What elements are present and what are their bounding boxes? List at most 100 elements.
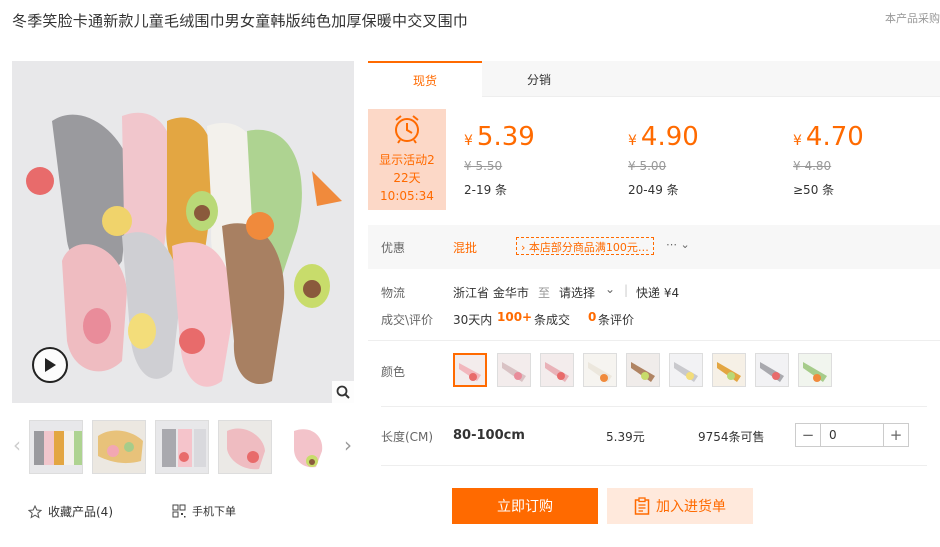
color-swatch[interactable] xyxy=(669,353,703,387)
product-title: 冬季笑脸卡通新款儿童毛绒围巾男女童韩版纯色加厚保暖中交叉围巾 xyxy=(12,12,469,30)
countdown-line1: 显示活动2 xyxy=(379,153,435,167)
sales-count: 100+ xyxy=(497,310,533,324)
swatch-image xyxy=(541,354,573,386)
star-icon xyxy=(28,504,42,519)
swatch-image xyxy=(670,354,702,386)
length-label: 长度(CM) xyxy=(381,430,434,444)
order-now-button[interactable]: 立即订购 xyxy=(452,488,598,524)
mobile-order-label: 手机下单 xyxy=(192,505,236,518)
clipboard-icon xyxy=(634,497,650,515)
thumb-next-button[interactable]: › xyxy=(341,433,355,457)
logistics-section: 物流 浙江省 金华市 至 请选择 ⌄ | 快递 ¥4 成交\评价 30天内 10… xyxy=(368,279,940,339)
thumbnail-image xyxy=(30,421,82,473)
stock-available: 9754条可售 xyxy=(698,430,765,444)
price-tier-1: ¥5.39 ¥ 5.50 2-19 条 xyxy=(464,121,604,198)
quantity-input[interactable]: 0 xyxy=(820,424,884,446)
separator: | xyxy=(624,283,629,297)
tier-original-price: ¥ 4.80 xyxy=(793,159,832,173)
logistics-label: 物流 xyxy=(381,286,406,300)
promotion-row: 优惠 混批 › 本店部分商品满100元… ⋯ ⌄ xyxy=(368,225,940,269)
price-tier-2: ¥4.90 ¥ 5.00 20-49 条 xyxy=(628,121,768,198)
countdown-time: 10:05:34 xyxy=(380,189,434,203)
color-swatch[interactable] xyxy=(540,353,574,387)
divider xyxy=(368,340,940,341)
magnifier-icon xyxy=(336,385,350,399)
ship-from: 浙江省 金华市 xyxy=(453,286,529,300)
tier-original-price: ¥ 5.50 xyxy=(464,159,503,173)
add-to-cart-label: 加入进货单 xyxy=(656,499,726,515)
color-swatch[interactable] xyxy=(755,353,789,387)
ship-to-word: 至 xyxy=(538,286,551,300)
swatch-image xyxy=(627,354,659,386)
color-swatch[interactable] xyxy=(497,353,531,387)
tier-price: 5.39 xyxy=(476,122,535,152)
color-swatch[interactable] xyxy=(712,353,746,387)
thumbnail[interactable] xyxy=(155,420,209,474)
sales-suffix[interactable]: 条成交 xyxy=(534,311,570,328)
mobile-order-link[interactable]: 手机下单 xyxy=(172,503,236,519)
alarm-clock-icon xyxy=(395,115,419,144)
tier-original-price: ¥ 5.00 xyxy=(628,159,667,173)
swatch-image xyxy=(713,354,745,386)
thumbnail-strip xyxy=(29,420,335,474)
corner-note[interactable]: 本产品采购 xyxy=(885,10,940,26)
quantity-stepper: − 0 + xyxy=(795,423,909,447)
zoom-button[interactable] xyxy=(332,381,354,403)
thumbnail[interactable] xyxy=(29,420,83,474)
color-swatch[interactable] xyxy=(798,353,832,387)
swatch-image xyxy=(799,354,831,386)
promotion-label: 优惠 xyxy=(381,241,406,255)
divider xyxy=(381,465,927,466)
offer-tabs: 现货 分销 xyxy=(368,61,940,98)
currency-symbol: ¥ xyxy=(793,133,802,149)
destination-caret[interactable]: ⌄ xyxy=(605,282,615,296)
swatch-image xyxy=(455,355,485,385)
size-value: 80-100cm xyxy=(453,428,525,443)
tier-quantity: 20-49 条 xyxy=(628,183,679,197)
play-icon xyxy=(45,358,56,372)
increase-button[interactable]: + xyxy=(884,424,908,446)
tier-price: 4.90 xyxy=(640,122,699,152)
divider xyxy=(381,406,927,407)
swatch-image xyxy=(498,354,530,386)
tier-price: 4.70 xyxy=(805,122,864,152)
swatch-image xyxy=(584,354,616,386)
thumb-prev-button[interactable]: ‹ xyxy=(10,433,24,457)
promotion-countdown: 显示活动2 22天 10:05:34 xyxy=(368,109,446,210)
tab-distribution[interactable]: 分销 xyxy=(482,61,596,97)
color-swatch[interactable] xyxy=(583,353,617,387)
promotion-expand[interactable]: ⋯ ⌄ xyxy=(666,238,690,251)
color-label: 颜色 xyxy=(381,365,406,379)
review-suffix[interactable]: 条评价 xyxy=(598,311,634,328)
price-area: 显示活动2 22天 10:05:34 ¥5.39 ¥ 5.50 2-19 条 ¥… xyxy=(368,97,940,212)
color-swatch[interactable] xyxy=(453,353,487,387)
spec-price: 5.39元 xyxy=(606,430,645,444)
qr-code-icon xyxy=(172,504,186,518)
spec-row: 长度(CM) 80-100cm 5.39元 9754条可售 − 0 + xyxy=(368,418,940,454)
tab-spot[interactable]: 现货 xyxy=(368,61,482,98)
destination-select[interactable]: 请选择 xyxy=(559,284,595,301)
sales-prefix: 30天内 xyxy=(453,313,493,327)
express-fee: 快递 ¥4 xyxy=(636,286,680,300)
currency-symbol: ¥ xyxy=(464,133,473,149)
add-to-cart-button[interactable]: 加入进货单 xyxy=(607,488,753,524)
countdown-line2: 22天 xyxy=(393,171,421,185)
play-video-button[interactable] xyxy=(32,347,68,383)
thumbnail[interactable] xyxy=(218,420,272,474)
thumbnail-image xyxy=(156,421,208,473)
favorite-label: 收藏产品(4) xyxy=(48,505,113,519)
color-selector: 颜色 xyxy=(368,348,940,394)
thumbnail[interactable] xyxy=(281,420,335,474)
currency-symbol: ¥ xyxy=(628,133,637,149)
thumbnail[interactable] xyxy=(92,420,146,474)
tier-quantity: 2-19 条 xyxy=(464,183,508,197)
main-product-image[interactable] xyxy=(12,61,354,403)
thumbnail-image xyxy=(282,421,334,473)
swatch-image xyxy=(756,354,788,386)
color-swatch[interactable] xyxy=(626,353,660,387)
mixed-batch-link[interactable]: 混批 xyxy=(453,239,477,256)
decrease-button[interactable]: − xyxy=(796,424,820,446)
store-discount-tag[interactable]: › 本店部分商品满100元… xyxy=(516,237,654,255)
favorite-product[interactable]: 收藏产品(4) xyxy=(28,503,113,520)
thumbnail-image xyxy=(93,421,145,473)
